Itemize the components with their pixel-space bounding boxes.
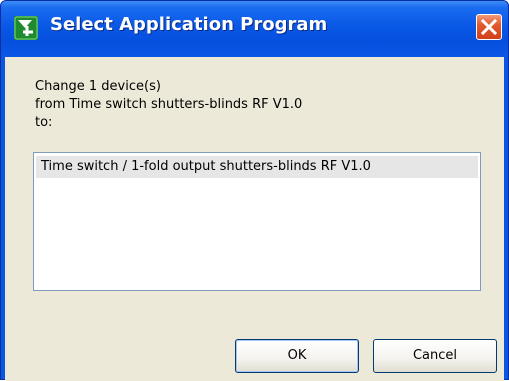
dialog-window: Select Application Program Change 1 devi… [0, 0, 509, 381]
cancel-button[interactable]: Cancel [373, 339, 497, 373]
title-bar[interactable]: Select Application Program [1, 1, 508, 57]
ets-logo-icon [14, 16, 38, 40]
application-program-list[interactable]: Time switch / 1-fold output shutters-bli… [33, 152, 481, 291]
ok-button[interactable]: OK [235, 339, 359, 373]
message-line-1: Change 1 device(s) [35, 79, 161, 94]
list-item[interactable]: Time switch / 1-fold output shutters-bli… [36, 156, 478, 178]
close-icon [480, 18, 498, 36]
close-button[interactable] [476, 14, 502, 40]
message-line-2: from Time switch shutters-blinds RF V1.0 [35, 97, 303, 112]
message-line-3: to: [35, 115, 53, 130]
window-title: Select Application Program [50, 14, 328, 35]
dialog-body: Change 1 device(s) from Time switch shut… [5, 57, 504, 381]
